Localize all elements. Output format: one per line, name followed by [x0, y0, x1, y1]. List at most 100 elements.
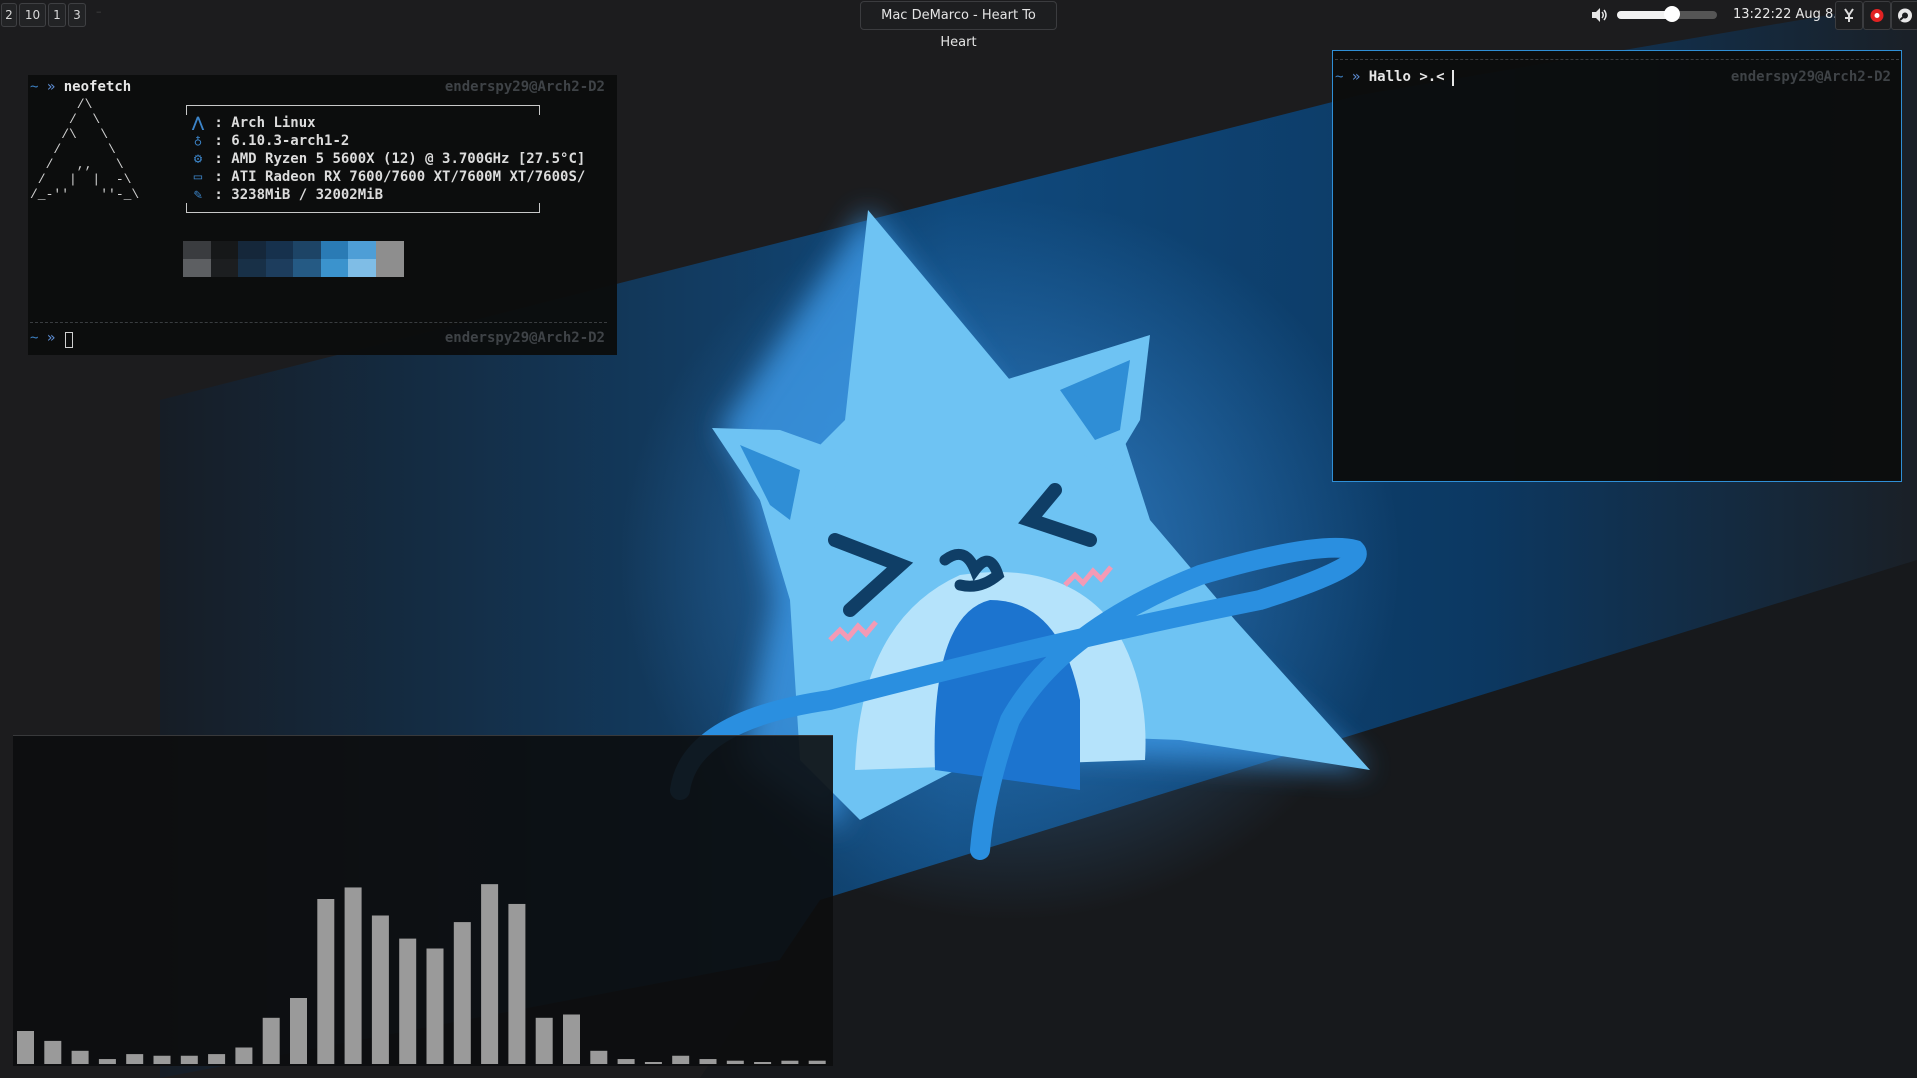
tray-item-record[interactable]	[1863, 1, 1891, 30]
visualizer-bar	[344, 887, 362, 1064]
prompt-command: neofetch	[63, 79, 132, 95]
prompt-host: enderspy29@Arch2-D2	[1730, 69, 1891, 85]
workspace-button[interactable]: 10	[19, 3, 46, 27]
terminal-cursor	[65, 332, 73, 348]
prompt-host: enderspy29@Arch2-D2	[444, 79, 605, 95]
top-bar: 2 10 1 3 – Mac DeMarco - Heart To Heart …	[0, 0, 1917, 50]
volume-slider-knob[interactable]	[1664, 6, 1680, 22]
audio-visualizer[interactable]	[13, 735, 833, 1066]
arch-icon: ⋀	[192, 115, 204, 131]
color-swatch	[183, 241, 211, 259]
visualizer-bar	[290, 998, 307, 1064]
color-swatch	[293, 259, 321, 277]
visualizer-bar	[262, 1017, 280, 1064]
prompt-separator	[1335, 59, 1899, 60]
arch-ascii-logo: /\ / \ /\ \ / \ / ,, \ / | | -\ /_-'' ''…	[30, 97, 140, 202]
record-icon	[1870, 9, 1884, 22]
prompt-arrow: »	[1351, 69, 1361, 85]
visualizer-bar	[563, 1014, 580, 1064]
visualizer-bar	[726, 1060, 744, 1064]
visualizer-bar	[371, 915, 389, 1064]
prompt-tilde: ~	[30, 330, 39, 346]
visualizer-bar	[453, 922, 471, 1064]
clock: 13:22:22 Aug 8.	[1733, 7, 1838, 22]
color-swatch	[348, 241, 376, 259]
color-swatch	[265, 241, 294, 259]
workspace-button[interactable]: 2	[1, 3, 17, 27]
info-gpu: ▭ : ATI Radeon RX 7600/7600 XT/7600M XT/…	[190, 169, 586, 185]
color-swatch	[375, 241, 404, 259]
visualizer-bar	[617, 1059, 635, 1064]
linux-icon: ♁	[193, 133, 203, 149]
prompt-line: ~ » neofetch	[30, 79, 131, 95]
monitor-icon: ▭	[193, 169, 203, 185]
visualizer-bar	[426, 948, 444, 1064]
visualizer-bar	[44, 1040, 62, 1064]
visualizer-bars	[17, 884, 826, 1064]
prompt-tilde: ~	[1335, 69, 1344, 85]
color-swatch	[265, 259, 294, 277]
visualizer-bar	[235, 1047, 253, 1064]
prompt-tilde: ~	[30, 79, 39, 95]
visualizer-bar	[672, 1055, 690, 1064]
tray-item-sync[interactable]	[1891, 1, 1917, 30]
visualizer-bar	[590, 1050, 608, 1064]
info-frame-bottom	[186, 203, 540, 213]
info-cpu: ⚙ : AMD Ryzen 5 5600X (12) @ 3.700GHz [2…	[190, 151, 586, 167]
prompt-host: enderspy29@Arch2-D2	[444, 330, 605, 346]
color-swatch	[320, 259, 349, 277]
prompt-arrow: »	[46, 79, 56, 95]
info-os-text: Arch Linux	[231, 115, 316, 131]
sync-icon	[1898, 8, 1912, 23]
memory-icon: ✎	[193, 187, 203, 203]
tray-item-steam[interactable]	[1835, 1, 1863, 30]
color-swatch	[320, 241, 349, 259]
visualizer-bar	[535, 1017, 553, 1064]
visualizer-bar	[317, 899, 335, 1064]
neofetch-terminal[interactable]: ~ » neofetch enderspy29@Arch2-D2 /\ / \ …	[28, 75, 617, 355]
info-memory-text: 3238MiB / 32002MiB	[231, 187, 384, 203]
workspace-button[interactable]: 1	[48, 3, 66, 27]
color-swatch	[293, 241, 321, 259]
volume-icon[interactable]	[1590, 6, 1608, 24]
color-swatch	[183, 259, 211, 277]
visualizer-bar	[399, 938, 417, 1064]
info-kernel: ♁ : 6.10.3-arch1-2	[190, 133, 350, 149]
color-swatch	[238, 241, 266, 259]
info-frame-top	[186, 105, 540, 115]
visualizer-bar	[153, 1055, 171, 1064]
visualizer-bar	[808, 1060, 826, 1064]
visualizer-bar	[644, 1062, 662, 1064]
visualizer-bar	[481, 884, 499, 1064]
color-swatch	[210, 241, 239, 259]
visualizer-bar	[754, 1062, 772, 1064]
cpu-icon: ⚙	[193, 151, 203, 167]
steam-tray-icon	[1844, 8, 1854, 22]
visualizer-bar	[17, 1031, 34, 1064]
visualizer-bar	[126, 1054, 144, 1064]
visualizer-bar	[98, 1059, 116, 1064]
color-swatch	[210, 259, 239, 277]
prompt-separator	[30, 322, 607, 323]
color-swatch	[348, 259, 376, 277]
visualizer-bar	[508, 903, 526, 1064]
visualizer-bar	[71, 1050, 89, 1064]
hallo-terminal[interactable]: ~ » Hallo >.< enderspy29@Arch2-D2	[1332, 50, 1902, 482]
workspace-separator: –	[96, 5, 102, 18]
workspace-button[interactable]: 3	[68, 3, 86, 27]
info-cpu-text: AMD Ryzen 5 5600X (12) @ 3.700GHz [27.5°…	[231, 151, 586, 167]
visualizer-bar	[699, 1059, 717, 1064]
volume-slider[interactable]	[1617, 6, 1717, 22]
prompt-line-2: ~ »	[30, 330, 55, 346]
visualizer-bar	[180, 1055, 198, 1064]
prompt-line: ~ » Hallo >.<	[1335, 69, 1445, 85]
visualizer-bar	[781, 1060, 799, 1064]
info-kernel-text: 6.10.3-arch1-2	[231, 133, 350, 149]
visualizer-bar	[208, 1054, 226, 1064]
prompt-arrow: »	[46, 330, 56, 346]
active-window-title[interactable]: Mac DeMarco - Heart To Heart	[860, 1, 1057, 50]
info-os: ⋀ : Arch Linux	[190, 115, 316, 131]
info-memory: ✎ : 3238MiB / 32002MiB	[190, 187, 383, 203]
color-swatch	[238, 259, 266, 277]
color-swatch	[375, 259, 404, 277]
